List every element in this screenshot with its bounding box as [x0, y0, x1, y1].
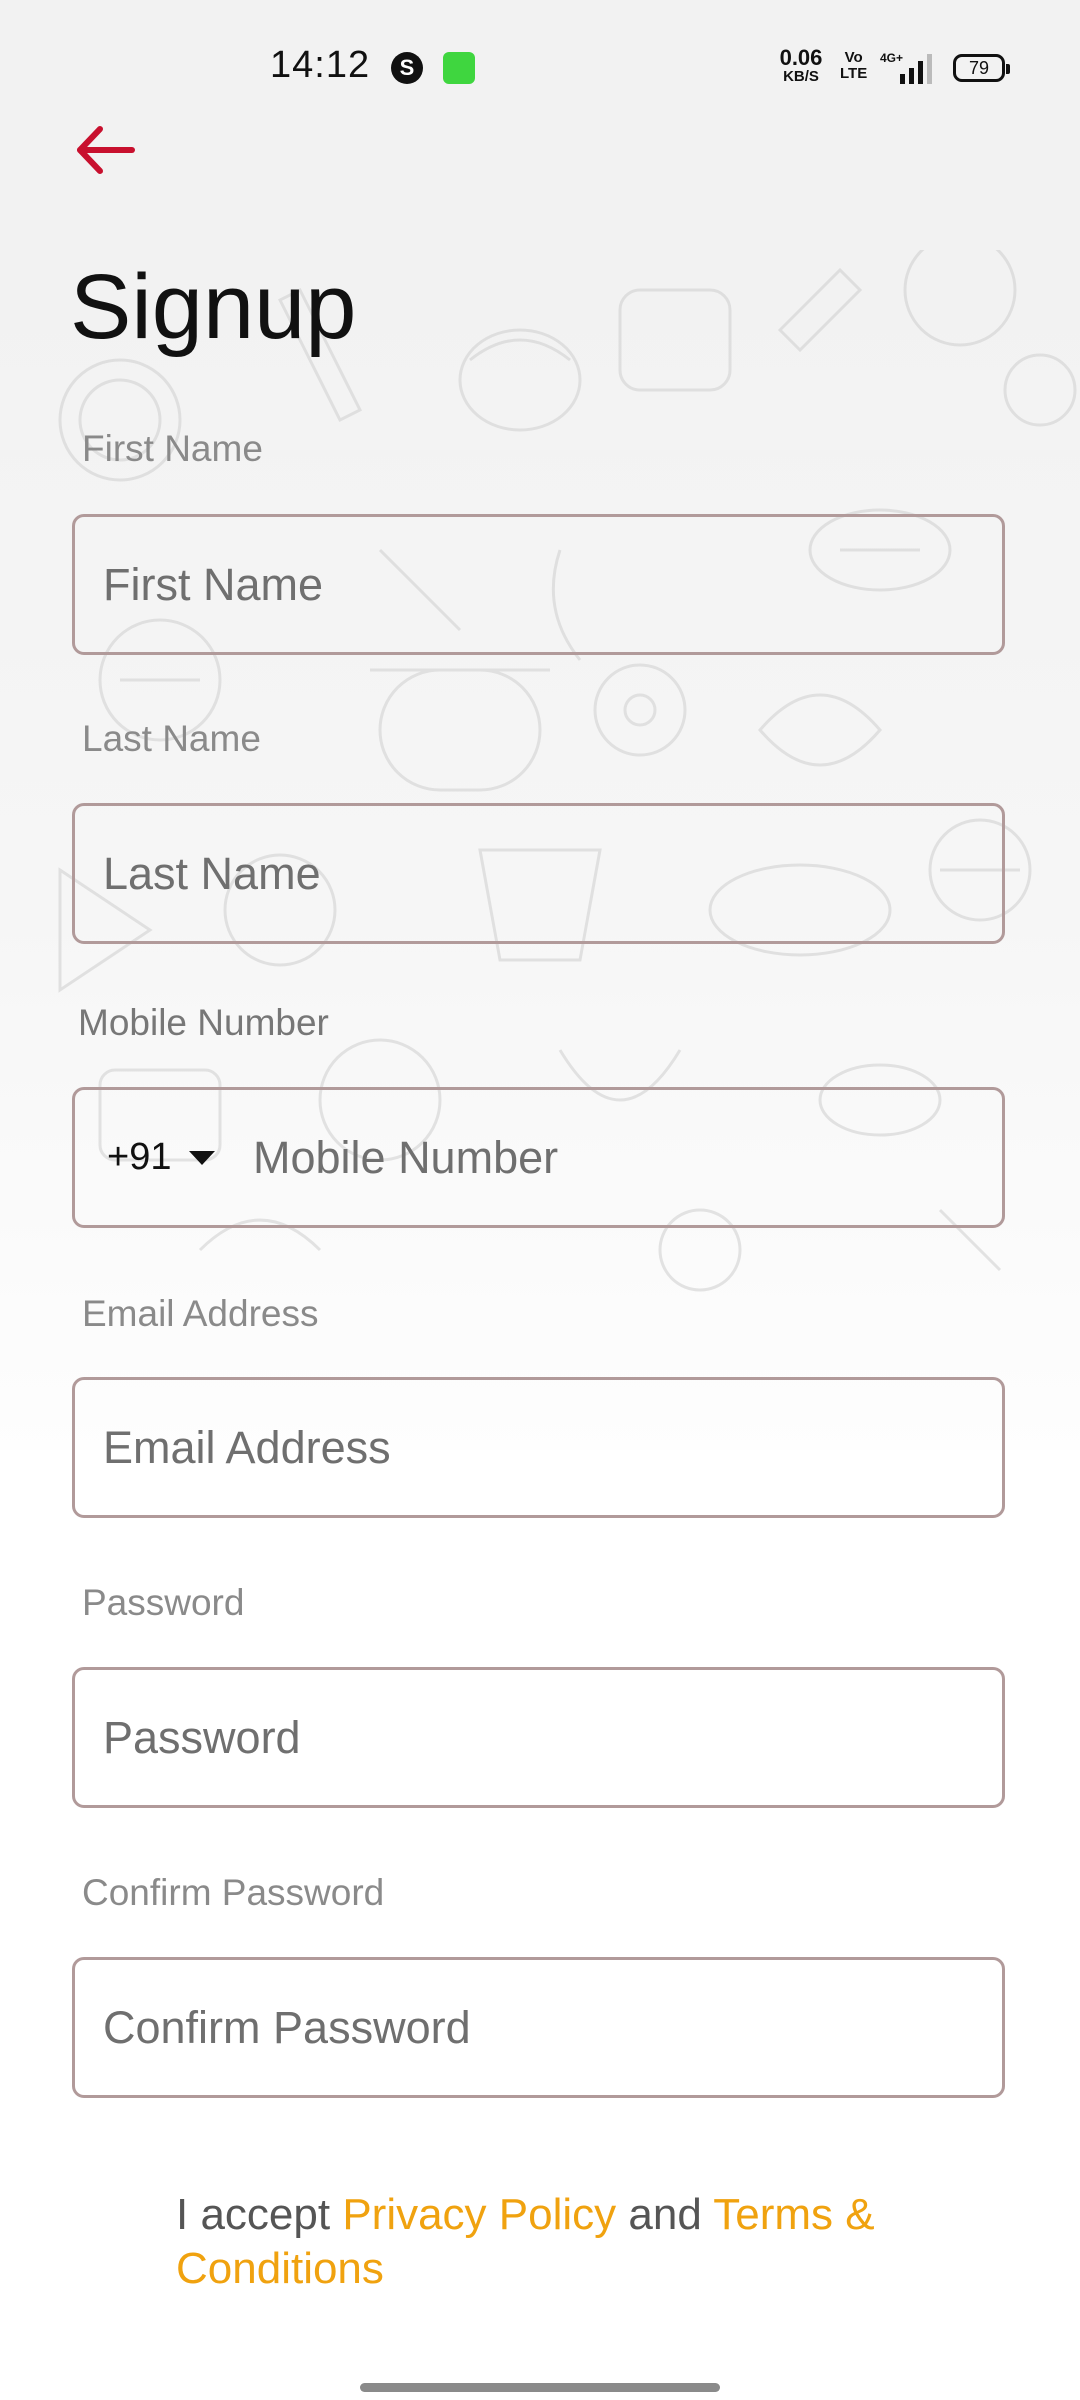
network-type-text: 4G+ [880, 51, 903, 65]
email-field[interactable] [72, 1377, 1005, 1518]
email-label: Email Address [82, 1293, 319, 1334]
volte-indicator: Vo LTE [840, 50, 867, 82]
password-field[interactable] [72, 1667, 1005, 1808]
status-bar: 14:12 S 0.06 KB/S Vo LTE 4G+ 79 [0, 0, 1080, 135]
last-name-label: Last Name [82, 718, 261, 759]
confirm-password-input[interactable] [103, 1960, 973, 2095]
terms-acceptance: I accept Privacy Policy and Terms & Cond… [176, 2188, 936, 2296]
volte-top: Vo [844, 49, 863, 66]
battery-indicator: 79 [953, 54, 1010, 82]
password-input[interactable] [103, 1670, 973, 1805]
terms-connector: and [616, 2190, 714, 2239]
caret-down-icon [189, 1150, 216, 1165]
last-name-field[interactable] [72, 803, 1005, 944]
email-input[interactable] [103, 1380, 973, 1515]
volte-bottom: LTE [840, 65, 868, 82]
status-time: 14:12 [270, 44, 371, 86]
home-indicator[interactable] [360, 2383, 720, 2392]
last-name-input[interactable] [103, 806, 973, 941]
page-title: Signup [70, 256, 357, 358]
password-label: Password [82, 1582, 245, 1623]
mobile-number-input[interactable] [253, 1090, 973, 1225]
country-code-selector[interactable]: +91 [107, 1090, 216, 1225]
confirm-password-field[interactable] [72, 1957, 1005, 2098]
app-notification-icon [443, 52, 475, 84]
mobile-number-label: Mobile Number [78, 1002, 329, 1043]
confirm-password-label: Confirm Password [82, 1872, 385, 1913]
mobile-number-field[interactable]: +91 [72, 1087, 1005, 1228]
signal-strength-icon: 4G+ [880, 51, 932, 84]
privacy-policy-link[interactable]: Privacy Policy [342, 2190, 616, 2239]
skype-notification-icon: S [391, 52, 423, 84]
first-name-label: First Name [82, 428, 263, 469]
network-speed-unit: KB/S [783, 68, 819, 85]
terms-prefix: I accept [176, 2190, 343, 2239]
network-speed: 0.06 KB/S [775, 45, 827, 85]
first-name-input[interactable] [103, 517, 973, 652]
arrow-left-icon [77, 126, 135, 174]
country-code-value: +91 [107, 1136, 172, 1178]
network-speed-value: 0.06 [779, 45, 823, 70]
back-button[interactable] [70, 115, 150, 185]
first-name-field[interactable] [72, 514, 1005, 655]
